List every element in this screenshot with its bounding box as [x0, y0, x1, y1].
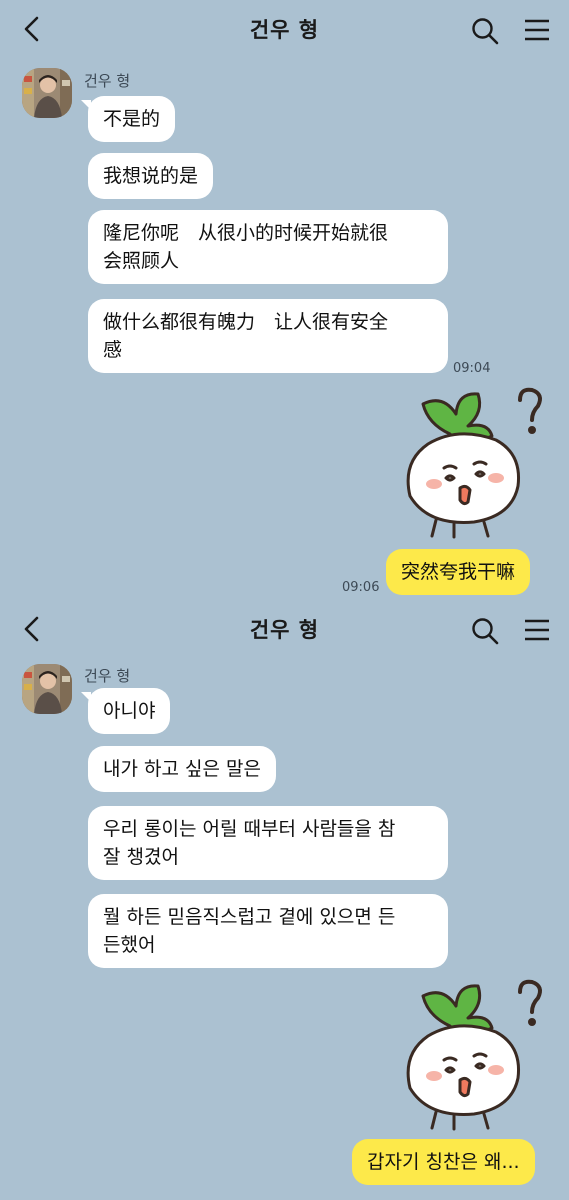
radish-confused-sticker-icon[interactable]: [388, 384, 548, 544]
avatar-photo: [22, 68, 72, 118]
outgoing-message[interactable]: 갑자기 칭찬은 왜...: [352, 1139, 535, 1185]
incoming-message[interactable]: 내가 하고 싶은 말은: [88, 746, 276, 792]
incoming-message[interactable]: 不是的: [80, 96, 176, 142]
message-timestamp: 09:04: [453, 361, 491, 376]
message-text: 感: [103, 339, 123, 361]
incoming-message[interactable]: 우리 롱이는 어릴 때부터 사람들을 참 잘 챙겼어: [88, 806, 448, 880]
incoming-message[interactable]: 做什么都很有魄力 让人很有安全 感: [88, 299, 448, 373]
chat-header: 건우 형: [0, 600, 569, 658]
avatar[interactable]: [22, 664, 72, 714]
menu-icon[interactable]: [523, 16, 551, 44]
chat-screen-2: 건우 형 건우 형 아니야 내가 하고 싶은 말은 우리 롱이는 어릴 때부터 …: [0, 600, 569, 1200]
outgoing-message[interactable]: 突然夸我干嘛: [386, 549, 531, 595]
incoming-message[interactable]: 隆尼你呢 从很小的时候开始就很 会照顾人: [88, 210, 448, 284]
message-text: 뭘 하든 믿음직스럽고 곁에 있으면 든: [103, 906, 396, 928]
radish-confused-sticker-icon[interactable]: [388, 976, 548, 1136]
avatar-photo: [22, 664, 72, 714]
message-text: 会照顾人: [103, 250, 180, 272]
message-text: 아니야: [103, 700, 156, 722]
search-icon[interactable]: [470, 616, 500, 646]
incoming-message[interactable]: 我想说的是: [88, 153, 214, 199]
message-text: 不是的: [103, 108, 161, 130]
chat-screen-1: 건우 형 건우 형 不是的 我想说的是 隆尼你呢 从很小的时候开始就很 会照顾人…: [0, 0, 569, 600]
message-text: 내가 하고 싶은 말은: [103, 758, 261, 780]
sender-name: 건우 형: [84, 667, 131, 685]
incoming-message[interactable]: 뭘 하든 믿음직스럽고 곁에 있으면 든 든했어: [88, 894, 448, 968]
message-timestamp: 09:06: [342, 580, 380, 595]
message-text: 든했어: [103, 934, 156, 956]
chat-header: 건우 형: [0, 0, 569, 58]
sender-name: 건우 형: [84, 72, 131, 90]
message-text: 做什么都很有魄力 让人很有安全: [103, 311, 389, 333]
message-text: 隆尼你呢 从很小的时候开始就很: [103, 222, 389, 244]
search-icon[interactable]: [470, 16, 500, 46]
message-text: 우리 롱이는 어릴 때부터 사람들을 참: [103, 818, 396, 840]
incoming-message[interactable]: 아니야: [80, 688, 171, 734]
message-text: 잘 챙겼어: [103, 846, 179, 868]
message-text: 我想说的是: [103, 165, 199, 187]
message-text: 突然夸我干嘛: [401, 561, 516, 583]
avatar[interactable]: [22, 68, 72, 118]
menu-icon[interactable]: [523, 616, 551, 644]
message-text: 갑자기 칭찬은 왜...: [367, 1151, 520, 1173]
